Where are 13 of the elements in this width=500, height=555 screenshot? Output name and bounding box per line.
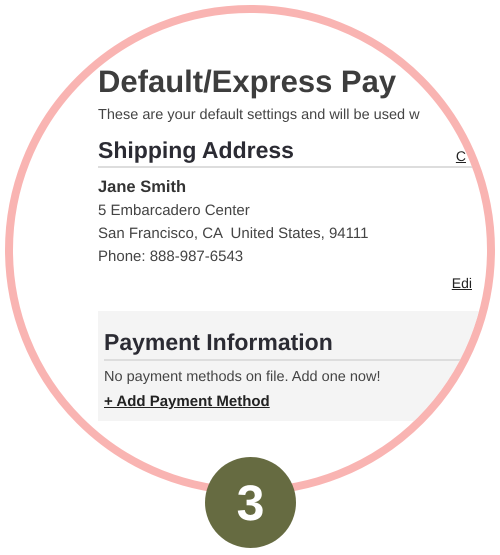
header-link[interactable]: C xyxy=(456,148,466,164)
address-line: Phone: 888-987-6543 xyxy=(98,248,244,266)
empty-message: No payment methods on file. Add one now! xyxy=(104,369,382,385)
description-text: These are your default settings and will be used w xyxy=(98,107,421,123)
section-heading: Shipping Address xyxy=(98,137,294,164)
step-badge: 3 xyxy=(205,457,296,548)
edit-link[interactable]: Edi xyxy=(452,275,472,291)
page-title: Default/Express Pay xyxy=(98,63,398,101)
address-line: San Francisco, CA United States, 94111 xyxy=(98,225,370,243)
recipient-name: Jane Smith xyxy=(98,178,188,197)
add-payment-link[interactable]: + Add Payment Method xyxy=(104,393,270,410)
address-line: 5 Embarcadero Center xyxy=(98,202,251,220)
section-heading: Payment Information xyxy=(104,329,334,356)
